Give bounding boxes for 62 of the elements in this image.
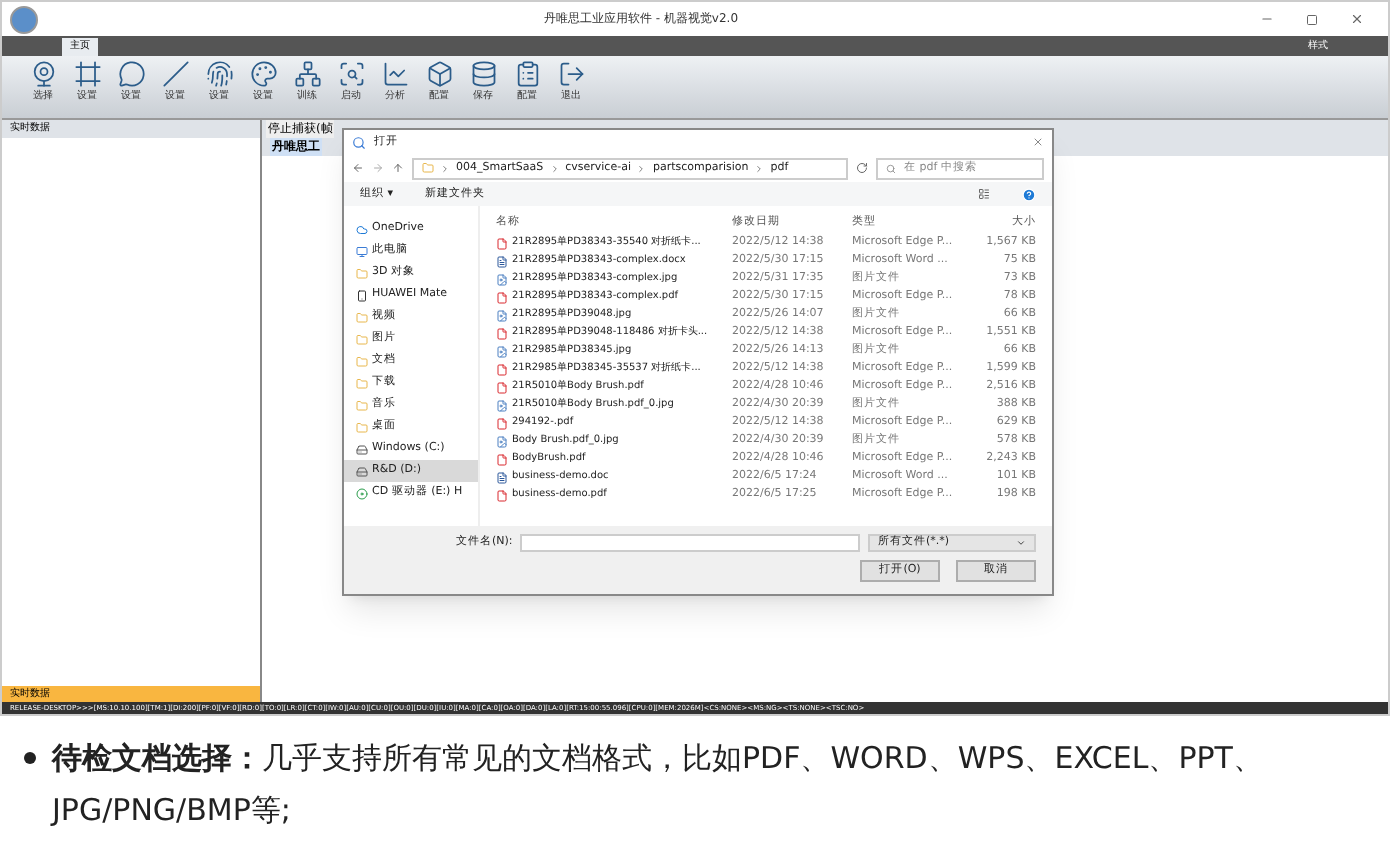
- exit-icon: [557, 60, 585, 88]
- folder-icon: [356, 399, 368, 411]
- close-icon[interactable]: [1032, 136, 1044, 148]
- folder-icon: [422, 162, 434, 174]
- network-icon: [293, 60, 321, 88]
- folder-icon: [356, 311, 368, 323]
- dialog-app-icon: [352, 135, 366, 149]
- minimize-icon[interactable]: [1260, 12, 1274, 26]
- bullet-paragraph: 待检文档选择：几乎支持所有常见的文档格式，比如PDF、WORD、WPS、EXCEL、PPT、JPG/PNG/BMP等;: [52, 738, 1265, 832]
- help-icon[interactable]: [1022, 187, 1036, 201]
- chevron-right-icon: [440, 163, 450, 173]
- chevron-right-icon: [754, 163, 765, 173]
- up-icon[interactable]: [392, 162, 404, 174]
- disc-icon: [356, 487, 368, 499]
- folder-icon: [356, 333, 368, 345]
- back-icon[interactable]: [352, 162, 364, 174]
- document-file-icon: [496, 255, 508, 267]
- chevron-right-icon: [549, 163, 560, 173]
- view-icon[interactable]: [978, 188, 990, 200]
- image-file-icon: [496, 399, 508, 411]
- speech-bubble-icon: [117, 60, 145, 88]
- folder-icon: [356, 355, 368, 367]
- phone-icon: [356, 289, 368, 301]
- palette-icon: [249, 60, 277, 88]
- caret-icon: [1016, 538, 1026, 548]
- database-icon: [469, 60, 497, 88]
- pdf-file-icon: [496, 417, 508, 429]
- pdf-file-icon: [496, 291, 508, 303]
- bullet-icon: [24, 752, 36, 764]
- pdf-file-icon: [496, 489, 508, 501]
- document-file-icon: [496, 471, 508, 483]
- refresh-icon[interactable]: [856, 162, 868, 174]
- maximize-icon[interactable]: [1306, 13, 1318, 25]
- clipboard-icon: [513, 60, 541, 88]
- image-file-icon: [496, 273, 508, 285]
- image-file-icon: [496, 345, 508, 357]
- drive-icon: [356, 465, 368, 477]
- search-icon: [886, 163, 896, 173]
- image-file-icon: [496, 309, 508, 321]
- pdf-file-icon: [496, 237, 508, 249]
- pdf-file-icon: [496, 363, 508, 375]
- drive-icon: [356, 443, 368, 455]
- slash-icon: [161, 60, 189, 88]
- pdf-file-icon: [496, 453, 508, 465]
- monitor-icon: [356, 245, 368, 257]
- cloud-icon: [356, 223, 368, 235]
- line-chart-icon: [381, 60, 409, 88]
- scan-search-icon: [337, 60, 365, 88]
- webcam-icon: [29, 60, 57, 88]
- box-icon: [425, 60, 453, 88]
- image-file-icon: [496, 435, 508, 447]
- folder-icon: [356, 267, 368, 279]
- pdf-file-icon: [496, 327, 508, 339]
- app-logo-icon: [10, 5, 38, 33]
- fingerprint-icon: [205, 60, 233, 88]
- close-icon[interactable]: [1350, 12, 1364, 26]
- chevron-right-icon: [636, 163, 647, 173]
- folder-icon: [356, 377, 368, 389]
- frame-icon: [73, 60, 101, 88]
- folder-icon: [356, 421, 368, 433]
- pdf-file-icon: [496, 381, 508, 393]
- filename-field[interactable]: [520, 534, 860, 552]
